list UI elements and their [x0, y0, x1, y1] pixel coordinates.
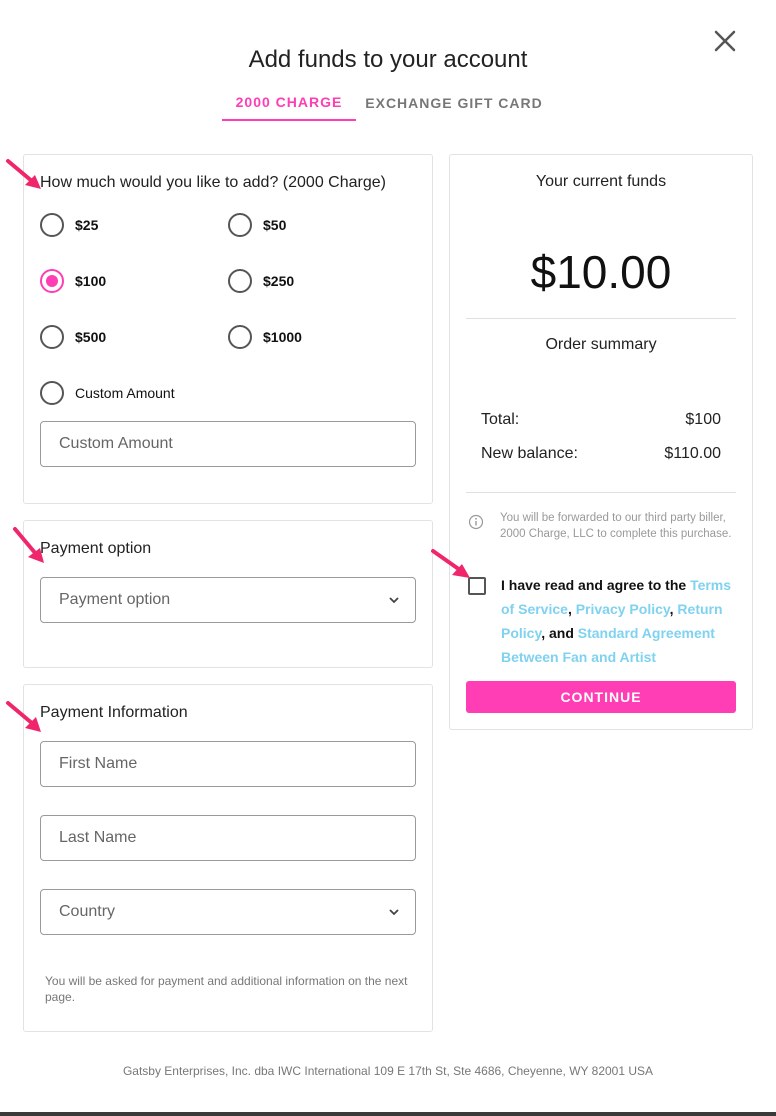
- custom-amount-input[interactable]: Custom Amount: [40, 421, 416, 467]
- amount-option-label: Custom Amount: [75, 385, 175, 401]
- new-balance-value: $110.00: [664, 445, 721, 462]
- biller-info: You will be forwarded to our third party…: [468, 510, 738, 542]
- amount-option-100[interactable]: $100: [40, 269, 106, 293]
- amount-card: How much would you like to add? (2000 Ch…: [23, 154, 433, 504]
- payment-information-card: Payment Information First Name Last Name…: [23, 684, 433, 1032]
- modal-title: Add funds to your account: [248, 46, 528, 73]
- total-value: $100: [685, 411, 721, 428]
- amount-option-label: $25: [75, 217, 99, 233]
- agree-and-text: , and: [541, 625, 574, 641]
- payment-option-heading: Payment option: [40, 540, 152, 557]
- payment-option-card: Payment option Payment option: [23, 520, 433, 668]
- payment-option-select[interactable]: Payment option: [40, 577, 416, 623]
- amount-option-label: $100: [75, 273, 107, 289]
- total-label: Total:: [481, 411, 520, 428]
- info-icon: [468, 514, 484, 530]
- amount-option-label: $500: [75, 329, 107, 345]
- amount-option-50[interactable]: $50: [228, 213, 286, 237]
- annotation-arrow-icon: [6, 701, 41, 732]
- radio-circle: [228, 269, 252, 293]
- radio-circle: [40, 381, 64, 405]
- chevron-down-icon: [389, 909, 399, 916]
- amount-option-custom[interactable]: Custom Amount: [40, 381, 175, 405]
- divider: [466, 492, 736, 493]
- radio-circle: [40, 213, 64, 237]
- chevron-down-icon: [389, 597, 399, 604]
- bottom-edge-bar: [0, 1112, 776, 1116]
- current-funds-value: $10.00: [530, 246, 672, 298]
- new-balance-row: New balance: $110.00: [481, 445, 721, 463]
- amount-option-label: $1000: [263, 329, 302, 345]
- radio-circle: [228, 213, 252, 237]
- tab-exchange-gift-card[interactable]: EXCHANGE GIFT CARD: [356, 84, 552, 121]
- total-row: Total: $100: [481, 411, 721, 429]
- new-balance-label: New balance:: [481, 445, 578, 462]
- current-funds-label: Your current funds: [535, 173, 667, 190]
- order-summary-card: Your current funds $10.00 Order summary …: [449, 154, 753, 730]
- country-placeholder: Country: [59, 903, 116, 920]
- payment-info-note: You will be asked for payment and additi…: [45, 974, 408, 1004]
- tab-bar: 2000 CHARGE EXCHANGE GIFT CARD: [222, 84, 552, 122]
- amount-heading: How much would you like to add? (2000 Ch…: [40, 174, 386, 191]
- agreement-row: I have read and agree to the Terms of Se…: [468, 573, 744, 669]
- last-name-input[interactable]: Last Name: [40, 815, 416, 861]
- agree-prefix: I have read and agree to the: [501, 577, 687, 593]
- tab-2000-charge[interactable]: 2000 CHARGE: [222, 84, 356, 121]
- amount-option-25[interactable]: $25: [40, 213, 98, 237]
- annotation-arrow-icon: [431, 549, 470, 578]
- agreement-text: I have read and agree to the Terms of Se…: [501, 577, 732, 665]
- divider: [466, 318, 736, 319]
- country-select[interactable]: Country: [40, 889, 416, 935]
- amount-option-500[interactable]: $500: [40, 325, 106, 349]
- radio-circle: [40, 325, 64, 349]
- continue-button[interactable]: CONTINUE: [466, 681, 736, 713]
- payment-information-heading: Payment Information: [40, 704, 188, 721]
- amount-option-label: $250: [263, 273, 295, 289]
- biller-info-text: You will be forwarded to our third party…: [500, 512, 732, 540]
- add-funds-modal: Add funds to your account 2000 CHARGE EX…: [0, 0, 776, 1116]
- first-name-input[interactable]: First Name: [40, 741, 416, 787]
- radio-circle: [40, 269, 64, 293]
- amount-option-label: $50: [263, 217, 287, 233]
- privacy-policy-link[interactable]: Privacy Policy: [576, 601, 670, 617]
- amount-option-1000[interactable]: $1000: [228, 325, 302, 349]
- payment-option-placeholder: Payment option: [59, 591, 171, 608]
- annotation-arrow-icon: [13, 527, 44, 563]
- annotation-arrow-icon: [6, 159, 41, 189]
- company-footer: Gatsby Enterprises, Inc. dba IWC Interna…: [122, 1064, 654, 1078]
- amount-option-250[interactable]: $250: [228, 269, 294, 293]
- radio-circle: [228, 325, 252, 349]
- order-summary-label: Order summary: [545, 336, 657, 353]
